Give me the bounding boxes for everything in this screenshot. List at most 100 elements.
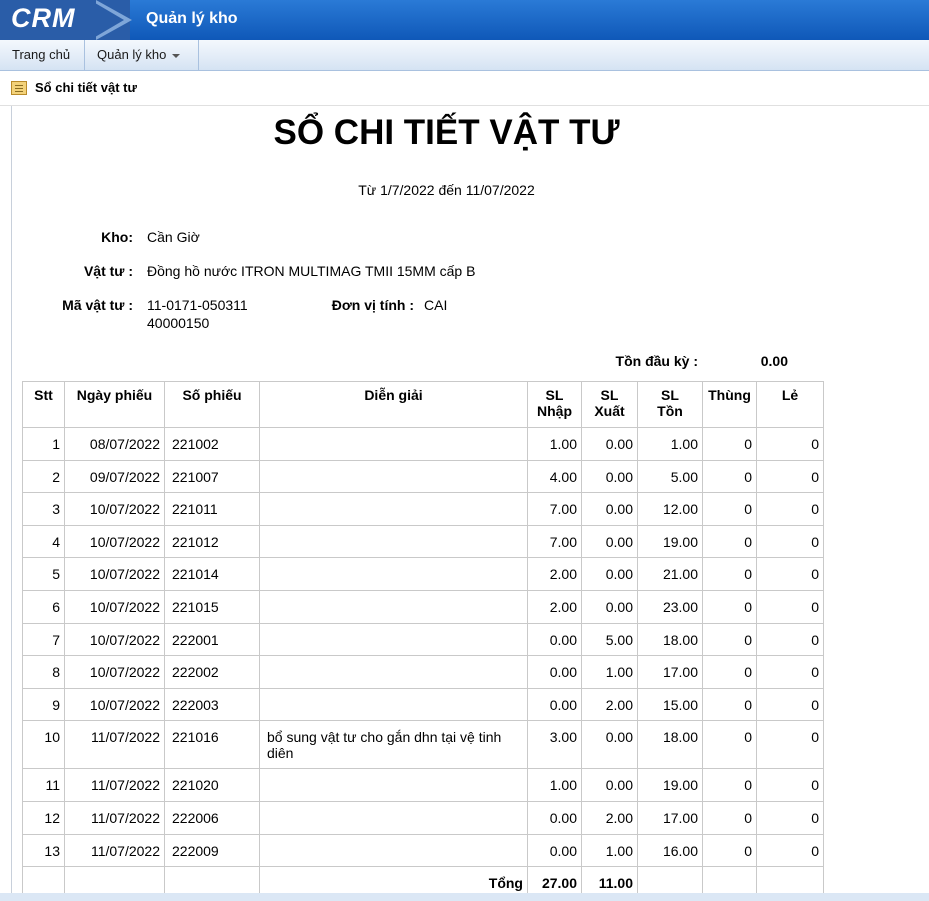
menu-item-warehouse-label: Quản lý kho: [97, 47, 167, 62]
chevron-down-icon: [172, 53, 181, 58]
table-row: 10 11/07/2022 221016 bổ sung vật tư cho gắn…: [22, 720, 824, 770]
cell-ngay: 11/07/2022: [64, 833, 165, 868]
cell-thung: 0: [702, 833, 757, 868]
header-sl-nhap-line2: Nhập: [537, 403, 572, 419]
cell-xuat: 0.00: [581, 589, 638, 624]
cell-ngay: 10/07/2022: [64, 622, 165, 657]
label-kho: Kho:: [101, 229, 133, 245]
cell-ton: 5.00: [637, 459, 703, 494]
label-ton-dau-ky: Tồn đầu kỳ :: [615, 353, 698, 369]
cell-stt: 6: [22, 589, 65, 624]
cell-ton: 15.00: [637, 687, 703, 722]
cell-stt: 7: [22, 622, 65, 657]
cell-thung: 0: [702, 655, 757, 689]
cell-dien_giai: [259, 459, 528, 494]
table-row: 11 11/07/2022 221020 1.00 0.00 19.00 0 0: [22, 768, 824, 802]
table-row: 4 10/07/2022 221012 7.00 0.00 19.00 0 0: [22, 524, 824, 559]
top-bar: CRM Quản lý kho: [0, 0, 929, 40]
cell-nhap: 3.00: [527, 720, 582, 770]
cell-nhap: 1.00: [527, 427, 582, 461]
header-sl-xuat-line2: Xuất: [594, 403, 625, 419]
stock-ledger-table: Stt Ngày phiếu Số phiếu Diễn giải SL Nhập…: [22, 381, 824, 900]
header-sl-nhap-line1: SL: [545, 387, 564, 403]
cell-so: 221014: [164, 557, 260, 591]
cell-ton: 19.00: [637, 768, 703, 802]
cell-so: 222006: [164, 800, 260, 835]
header-sl-ton-line1: SL: [661, 387, 679, 403]
cell-so: 221016: [164, 720, 260, 770]
cell-stt: 3: [22, 492, 65, 526]
header-thung: Thùng: [702, 381, 757, 428]
cell-so: 221011: [164, 492, 260, 526]
bottom-bar: [0, 893, 929, 901]
cell-dien_giai: [259, 622, 528, 657]
cell-nhap: 4.00: [527, 459, 582, 494]
cell-nhap: 7.00: [527, 492, 582, 526]
cell-thung: 0: [702, 492, 757, 526]
cell-ngay: 10/07/2022: [64, 589, 165, 624]
value-kho: Cần Giờ: [147, 229, 200, 245]
menu-item-warehouse[interactable]: Quản lý kho: [85, 40, 199, 70]
cell-stt: 13: [22, 833, 65, 868]
cell-le: 0: [756, 655, 824, 689]
cell-le: 0: [756, 687, 824, 722]
cell-le: 0: [756, 459, 824, 494]
cell-le: 0: [756, 524, 824, 559]
cell-stt: 10: [22, 720, 65, 770]
cell-xuat: 0.00: [581, 768, 638, 802]
cell-thung: 0: [702, 524, 757, 559]
cell-dien_giai: [259, 687, 528, 722]
cell-ton: 16.00: [637, 833, 703, 868]
cell-nhap: 0.00: [527, 687, 582, 722]
page-title: Sổ chi tiết vật tư: [35, 80, 137, 95]
cell-stt: 4: [22, 524, 65, 559]
header-sl-xuat: SL Xuất: [581, 381, 638, 428]
cell-ton: 17.00: [637, 655, 703, 689]
cell-xuat: 1.00: [581, 655, 638, 689]
header-stt: Stt: [22, 381, 65, 428]
label-don-vi-tinh: Đơn vị tính :: [331, 297, 414, 313]
cell-le: 0: [756, 492, 824, 526]
cell-xuat: 0.00: [581, 427, 638, 461]
report-date-range: Từ 1/7/2022 đến 11/07/2022: [358, 182, 535, 198]
cell-so: 221012: [164, 524, 260, 559]
cell-thung: 0: [702, 427, 757, 461]
cell-ngay: 10/07/2022: [64, 687, 165, 722]
cell-ngay: 10/07/2022: [64, 492, 165, 526]
cell-ton: 17.00: [637, 800, 703, 835]
label-ma-vat-tu: Mã vật tư :: [62, 297, 133, 313]
header-sl-ton-line2: Tồn: [657, 403, 683, 419]
cell-dien_giai: [259, 557, 528, 591]
cell-xuat: 0.00: [581, 720, 638, 770]
cell-xuat: 0.00: [581, 524, 638, 559]
value-ma-vat-tu-line2: 40000150: [147, 315, 210, 331]
value-don-vi-tinh: CAI: [424, 297, 448, 313]
menu-item-home[interactable]: Trang chủ: [0, 40, 85, 70]
cell-dien_giai: [259, 833, 528, 868]
cell-nhap: 0.00: [527, 800, 582, 835]
cell-dien_giai: [259, 589, 528, 624]
table-row: 5 10/07/2022 221014 2.00 0.00 21.00 0 0: [22, 557, 824, 591]
table-row: 1 08/07/2022 221002 1.00 0.00 1.00 0 0: [22, 427, 824, 461]
cell-ton: 12.00: [637, 492, 703, 526]
cell-dien_giai: [259, 524, 528, 559]
cell-thung: 0: [702, 768, 757, 802]
logo[interactable]: CRM: [0, 0, 132, 40]
cell-ngay: 11/07/2022: [64, 800, 165, 835]
cell-ton: 19.00: [637, 524, 703, 559]
cell-xuat: 2.00: [581, 800, 638, 835]
cell-so: 222002: [164, 655, 260, 689]
cell-ngay: 10/07/2022: [64, 655, 165, 689]
cell-le: 0: [756, 622, 824, 657]
menu-bar: Trang chủ Quản lý kho: [0, 40, 929, 71]
header-sl-nhap: SL Nhập: [527, 381, 582, 428]
header-le: Lẻ: [756, 381, 824, 428]
cell-dien_giai: [259, 427, 528, 461]
table-row: 2 09/07/2022 221007 4.00 0.00 5.00 0 0: [22, 459, 824, 494]
table-row: 7 10/07/2022 222001 0.00 5.00 18.00 0 0: [22, 622, 824, 657]
table-row: 6 10/07/2022 221015 2.00 0.00 23.00 0 0: [22, 589, 824, 624]
cell-so: 222009: [164, 833, 260, 868]
table-row: 12 11/07/2022 222006 0.00 2.00 17.00 0 0: [22, 800, 824, 835]
cell-le: 0: [756, 833, 824, 868]
cell-thung: 0: [702, 720, 757, 770]
